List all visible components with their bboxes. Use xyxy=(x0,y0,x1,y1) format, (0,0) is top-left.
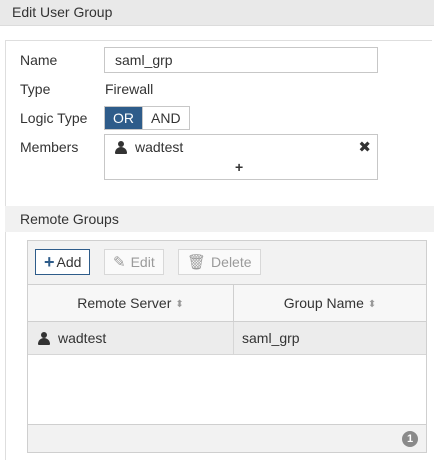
type-value: Firewall xyxy=(105,81,154,97)
edit-button[interactable]: ✎ Edit xyxy=(104,249,164,275)
add-member-icon[interactable]: + xyxy=(235,159,243,175)
remote-groups-table: + Add ✎ Edit 🗑 Delete Remote Server ⬍ Gro… xyxy=(27,240,427,453)
row-count-badge: 1 xyxy=(402,431,418,447)
logic-option-or[interactable]: OR xyxy=(105,107,142,129)
logic-type-label: Logic Type xyxy=(20,110,88,126)
user-icon xyxy=(115,140,127,154)
add-button[interactable]: + Add xyxy=(35,249,91,275)
table-row[interactable]: wadtest saml_grp xyxy=(28,322,426,355)
member-chip: wadtest xyxy=(115,139,183,155)
dialog-titlebar: Edit User Group xyxy=(0,0,434,26)
column-header-group-name[interactable]: Group Name ⬍ xyxy=(234,285,426,321)
remote-groups-title: Remote Groups xyxy=(20,211,119,227)
column-header-remote-server[interactable]: Remote Server ⬍ xyxy=(28,285,234,321)
type-label: Type xyxy=(20,81,51,97)
delete-button[interactable]: 🗑 Delete xyxy=(178,249,261,275)
sort-icon: ⬍ xyxy=(367,299,377,310)
logic-type-toggle: OR AND xyxy=(104,106,190,130)
user-icon xyxy=(38,332,50,345)
table-header: Remote Server ⬍ Group Name ⬍ xyxy=(28,285,426,322)
members-label: Members xyxy=(20,139,79,155)
remote-groups-header: Remote Groups xyxy=(5,206,434,232)
member-name: wadtest xyxy=(135,139,184,155)
logic-option-and[interactable]: AND xyxy=(142,107,189,129)
name-input[interactable] xyxy=(104,47,378,73)
plus-icon: + xyxy=(44,252,55,272)
table-footer: 1 xyxy=(28,424,426,452)
edit-button-label: Edit xyxy=(130,254,155,270)
remote-server-value: wadtest xyxy=(58,330,107,346)
remote-groups-toolbar: + Add ✎ Edit 🗑 Delete xyxy=(28,241,426,285)
sort-icon: ⬍ xyxy=(175,299,184,310)
members-field[interactable]: wadtest ✖ + xyxy=(104,134,378,180)
trash-icon: 🗑 xyxy=(187,254,207,271)
add-button-label: Add xyxy=(56,254,82,270)
cell-group-name: saml_grp xyxy=(242,330,300,346)
pencil-icon: ✎ xyxy=(113,254,126,271)
dialog-title: Edit User Group xyxy=(12,4,113,20)
name-label: Name xyxy=(20,52,58,68)
remove-member-icon[interactable]: ✖ xyxy=(358,138,371,156)
column-label: Group Name xyxy=(283,295,364,311)
delete-button-label: Delete xyxy=(211,254,252,270)
column-label: Remote Server xyxy=(77,295,172,311)
cell-remote-server: wadtest xyxy=(28,322,234,355)
